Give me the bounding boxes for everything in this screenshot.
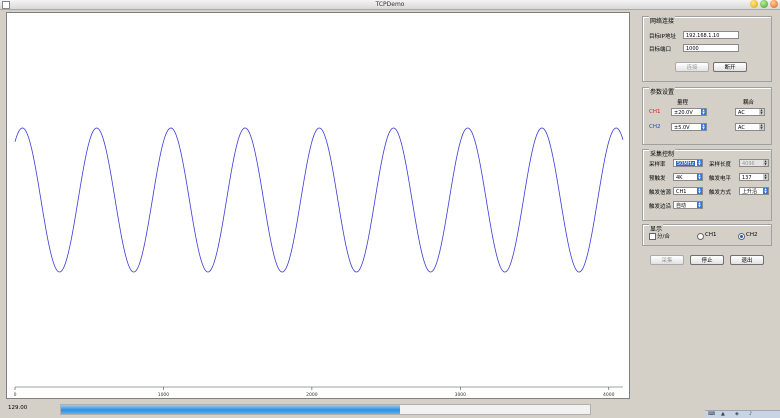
spin-arrows-icon[interactable]: ▲ ▼ (701, 124, 706, 130)
trigger-edge-spinbox[interactable]: 自动 ▲ ▼ (673, 201, 703, 209)
trigger-mode-spinbox[interactable]: 上升沿 ▲ ▼ (739, 187, 769, 195)
spin-arrows-icon[interactable]: ▲ ▼ (763, 188, 768, 194)
network-group: 网络连接 目标IP地址 192.168.1.10 目标端口 1000 连接 断开 (642, 16, 772, 82)
display-group: 显示 分/合 CH1 CH2 (642, 224, 772, 246)
spin-arrows-icon[interactable]: ▲ ▼ (759, 109, 764, 115)
disconnect-button[interactable]: 断开 (713, 62, 747, 72)
sample-rate-label: 采样率 (649, 162, 666, 168)
coupling-header: 耦合 (743, 100, 755, 106)
trigger-source-label: 触发信源 (649, 190, 672, 196)
ip-label: 目标IP地址 (649, 34, 676, 40)
network-group-title: 网络连接 (649, 16, 676, 25)
params-group: 参数设置 量程 耦合 CH1 ±20.0V ▲ ▼ AC ▲ ▼ CH2 ±5.0V… (642, 87, 772, 145)
acquisition-group: 采集控制 采样率 50MHz ▲ ▼ 采样长度 4096 ▲ ▼ 预触发 4K ▲ ▼… (642, 149, 772, 221)
ch2-coupling-value: AC (738, 125, 745, 131)
waveform-plot: 0 1000 2000 3000 4000 (6, 12, 630, 399)
pretrigger-spinbox[interactable]: 4K ▲ ▼ (673, 173, 703, 181)
acquisition-group-title: 采集控制 (649, 149, 676, 158)
waveform-chart: 0 1000 2000 3000 4000 (14, 127, 624, 398)
port-label: 目标端口 (649, 47, 672, 53)
ch2-display-label: CH2 (746, 232, 758, 238)
range-header: 量程 (677, 100, 689, 106)
pretrigger-label: 预触发 (649, 176, 666, 182)
sample-length-spinbox[interactable]: 4096 ▲ ▼ (739, 159, 769, 167)
params-group-title: 参数设置 (649, 87, 676, 96)
ch1-display-radio[interactable] (697, 233, 704, 240)
ip-input[interactable]: 192.168.1.10 (683, 31, 739, 39)
split-label: 分/合 (657, 234, 670, 240)
ch1-coupling-spinbox[interactable]: AC ▲ ▼ (735, 108, 765, 116)
close-button[interactable] (770, 0, 778, 8)
trigger-source-value: CH1 (676, 189, 687, 195)
x-tick-label: 1000 (158, 392, 170, 398)
ch2-range-spinbox[interactable]: ±5.0V ▲ ▼ (671, 123, 707, 131)
stop-button[interactable]: 停止 (690, 255, 724, 265)
sample-rate-value: 50MHz (676, 161, 696, 167)
exit-button[interactable]: 退出 (730, 255, 764, 265)
spin-arrows-icon[interactable]: ▲ ▼ (763, 174, 768, 180)
port-input[interactable]: 1000 (683, 44, 739, 52)
trigger-mode-value: 上升沿 (742, 189, 758, 195)
ch2-display-radio[interactable] (738, 233, 745, 240)
maximize-button[interactable] (760, 0, 768, 8)
trigger-source-spinbox[interactable]: CH1 ▲ ▼ (673, 187, 703, 195)
spin-arrows-icon[interactable]: ▲ ▼ (697, 174, 702, 180)
sample-rate-spinbox[interactable]: 50MHz ▲ ▼ (673, 159, 703, 167)
trigger-level-spinbox[interactable]: 137 ▲ ▼ (739, 173, 769, 181)
x-tick-label: 2000 (306, 392, 318, 398)
pretrigger-value: 4K (676, 175, 683, 181)
acquisition-progress-bar (60, 404, 591, 415)
ch2-label: CH2 (649, 124, 661, 130)
sample-length-label: 采样长度 (709, 162, 732, 168)
x-tick-label: 4000 (603, 392, 615, 398)
progress-fill (61, 405, 400, 414)
ch2-range-value: ±5.0V (674, 125, 690, 131)
spin-arrows-icon[interactable]: ▲ ▼ (697, 160, 702, 166)
spin-arrows-icon[interactable]: ▲ ▼ (701, 109, 706, 115)
sample-length-value: 4096 (742, 161, 755, 167)
window-title: TCPDemo (375, 1, 405, 8)
trigger-mode-label: 触发方式 (709, 190, 732, 196)
trigger-edge-value: 自动 (676, 203, 687, 209)
spin-arrows-icon[interactable]: ▲ ▼ (697, 202, 702, 208)
connect-button[interactable]: 连接 (675, 62, 709, 72)
title-bar: TCPDemo (0, 0, 780, 10)
split-checkbox[interactable] (649, 233, 656, 240)
trigger-level-label: 触发电平 (709, 176, 732, 182)
ch1-range-spinbox[interactable]: ±20.0V ▲ ▼ (671, 108, 707, 116)
minimize-button[interactable] (750, 0, 758, 8)
ch1-label: CH1 (649, 109, 661, 115)
trigger-level-value: 137 (742, 175, 752, 181)
ch1-coupling-value: AC (738, 110, 745, 116)
trigger-edge-label: 触发边沿 (649, 204, 672, 210)
ch1-display-label: CH1 (705, 232, 717, 238)
ch1-range-value: ±20.0V (674, 110, 693, 116)
spin-arrows-icon[interactable]: ▲ ▼ (763, 160, 768, 166)
control-panel: 网络连接 目标IP地址 192.168.1.10 目标端口 1000 连接 断开… (636, 12, 776, 392)
spin-arrows-icon[interactable]: ▲ ▼ (759, 124, 764, 130)
waveform-line (14, 127, 624, 273)
x-tick-label: 3000 (455, 392, 467, 398)
x-tick-label: 0 (14, 392, 17, 398)
status-value: 129.00 (8, 405, 28, 411)
spin-arrows-icon[interactable]: ▲ ▼ (697, 188, 702, 194)
acquire-button[interactable]: 采集 (650, 255, 684, 265)
ch2-coupling-spinbox[interactable]: AC ▲ ▼ (735, 123, 765, 131)
